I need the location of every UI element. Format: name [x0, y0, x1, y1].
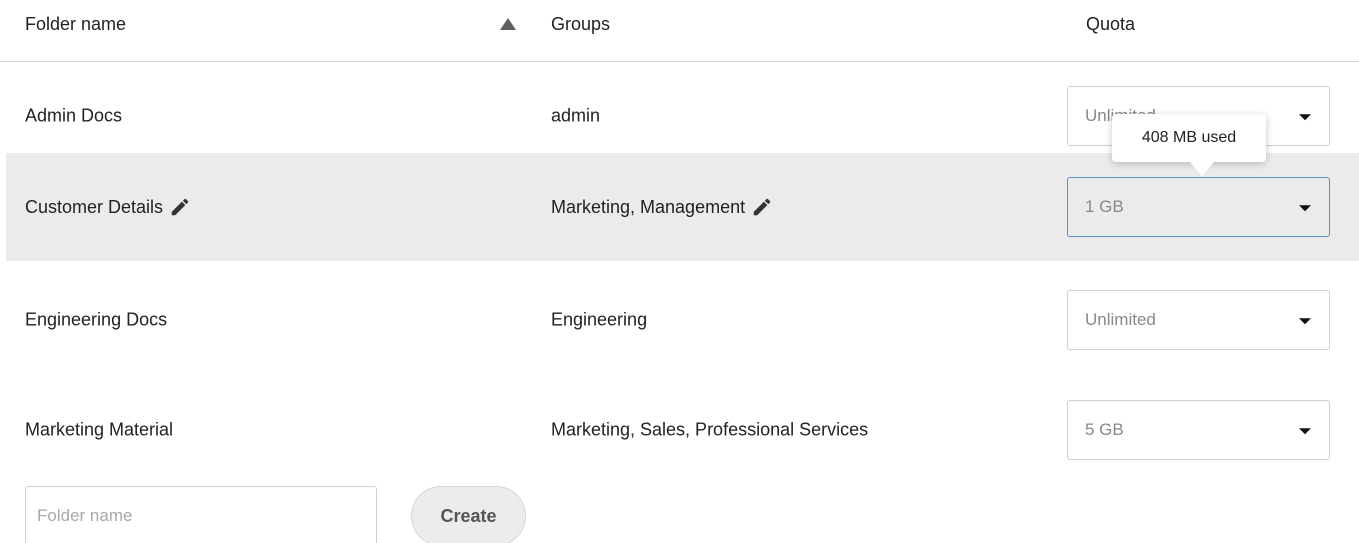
groups-cell: admin [551, 106, 600, 127]
folder-name-cell: Marketing Material [25, 420, 173, 441]
new-folder-name-input[interactable] [25, 486, 377, 543]
column-header-quota[interactable]: Quota [1086, 14, 1135, 35]
groups-cell: Engineering [551, 310, 647, 331]
folder-name: Marketing Material [25, 419, 174, 440]
folder-name: Engineering Docs [25, 309, 168, 330]
folder-name-cell: Customer Details [25, 196, 191, 218]
column-header-folder-name[interactable]: Folder name [25, 14, 126, 35]
tooltip-text: 408 MB used [1141, 129, 1237, 146]
quota-select[interactable]: 1 GB [1067, 177, 1330, 237]
table-row-highlighted: Customer Details Marketing, Management 1… [6, 153, 1359, 261]
folder-name-cell: Admin Docs [25, 106, 122, 127]
quota-select[interactable]: 5 GB [1067, 400, 1330, 460]
folder-name: Customer Details [25, 196, 164, 217]
sort-ascending-icon[interactable] [500, 18, 516, 30]
table-row: Marketing Material Marketing, Sales, Pro… [0, 376, 1359, 484]
groups-cell: Marketing, Management [551, 196, 773, 218]
folder-groups: Marketing, Management [551, 196, 746, 217]
quota-usage-tooltip: 408 MB used [1112, 114, 1266, 176]
caret-down-icon [1299, 205, 1311, 212]
folder-name-cell: Engineering Docs [25, 310, 167, 331]
folder-groups: admin [551, 105, 601, 126]
caret-down-icon [1299, 114, 1311, 121]
table-header: Folder name Groups Quota [0, 0, 1359, 62]
quota-value: 5 GB [1085, 420, 1124, 439]
table-row: Engineering Docs Engineering Unlimited [0, 266, 1359, 374]
column-header-groups[interactable]: Groups [551, 14, 610, 35]
caret-down-icon [1299, 318, 1311, 325]
pencil-icon[interactable] [169, 196, 191, 218]
quota-value: Unlimited [1085, 310, 1156, 329]
quota-select[interactable]: Unlimited [1067, 290, 1330, 350]
folder-name: Admin Docs [25, 105, 123, 126]
quota-value: 1 GB [1085, 197, 1124, 216]
caret-down-icon [1299, 428, 1311, 435]
folder-groups: Engineering [551, 309, 648, 330]
pencil-icon[interactable] [751, 196, 773, 218]
groups-cell: Marketing, Sales, Professional Services [551, 420, 868, 441]
create-folder-button[interactable]: Create [411, 486, 526, 543]
folder-groups: Marketing, Sales, Professional Services [551, 419, 869, 440]
